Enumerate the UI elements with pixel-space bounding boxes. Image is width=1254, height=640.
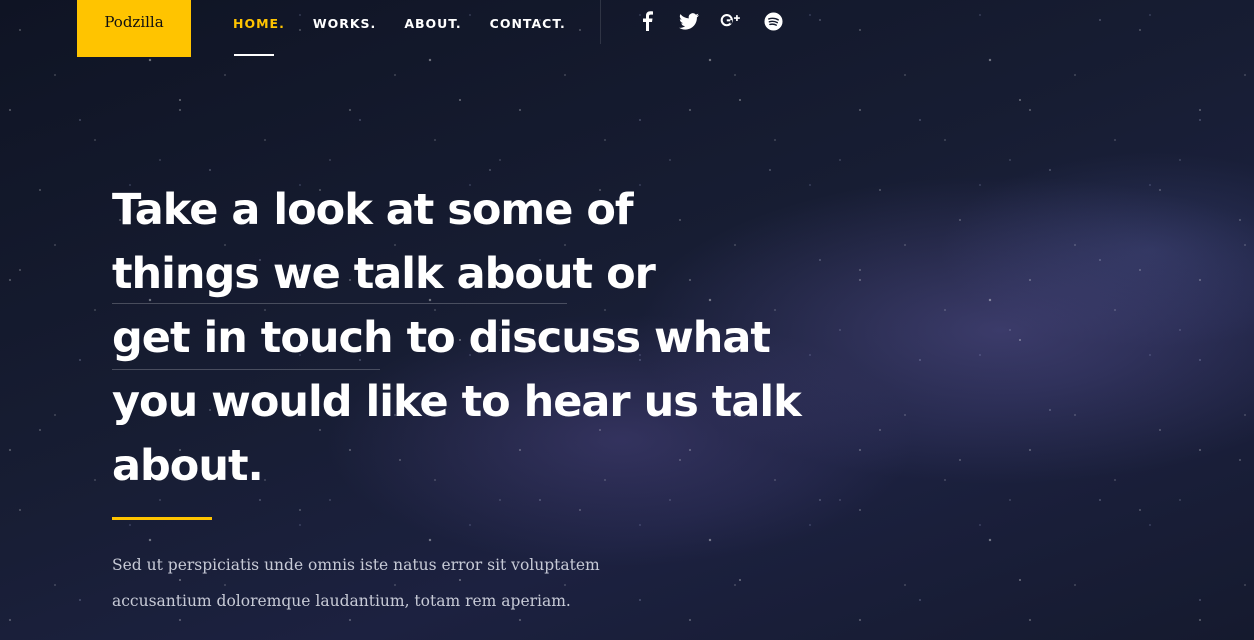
headline-line: get in touch to discuss what	[112, 313, 771, 363]
hero-lead-text: Sed ut perspiciatis unde omnis iste natu…	[112, 547, 712, 619]
headline-line: about.	[112, 441, 264, 491]
active-nav-indicator	[234, 54, 274, 56]
nav-divider	[600, 0, 601, 44]
lead-line: accusantium doloremque laudantium, totam…	[112, 592, 571, 610]
facebook-icon[interactable]	[636, 10, 658, 32]
accent-divider	[112, 517, 212, 520]
twitter-icon[interactable]	[678, 10, 700, 32]
hero-section: Podzilla HOME. WORKS. ABOUT. CONTACT. Ta…	[0, 0, 1254, 640]
headline-link-underline	[112, 369, 380, 370]
google-plus-icon[interactable]	[720, 10, 742, 32]
nav-home[interactable]: HOME.	[233, 16, 285, 31]
nav-contact[interactable]: CONTACT.	[490, 16, 566, 31]
brand-logo[interactable]: Podzilla	[77, 0, 191, 57]
nav-works[interactable]: WORKS.	[313, 16, 376, 31]
spotify-icon[interactable]	[762, 10, 784, 32]
nav-about[interactable]: ABOUT.	[404, 16, 461, 31]
headline-link-underline	[112, 303, 567, 304]
headline-line: things we talk about or	[112, 249, 656, 299]
headline-line: you would like to hear us talk	[112, 377, 802, 427]
lead-line: Sed ut perspiciatis unde omnis iste natu…	[112, 556, 600, 574]
main-nav: HOME. WORKS. ABOUT. CONTACT.	[233, 16, 566, 31]
social-links	[636, 10, 784, 32]
hero-headline: Take a look at some of things we talk ab…	[112, 178, 812, 498]
headline-line: Take a look at some of	[112, 185, 634, 235]
